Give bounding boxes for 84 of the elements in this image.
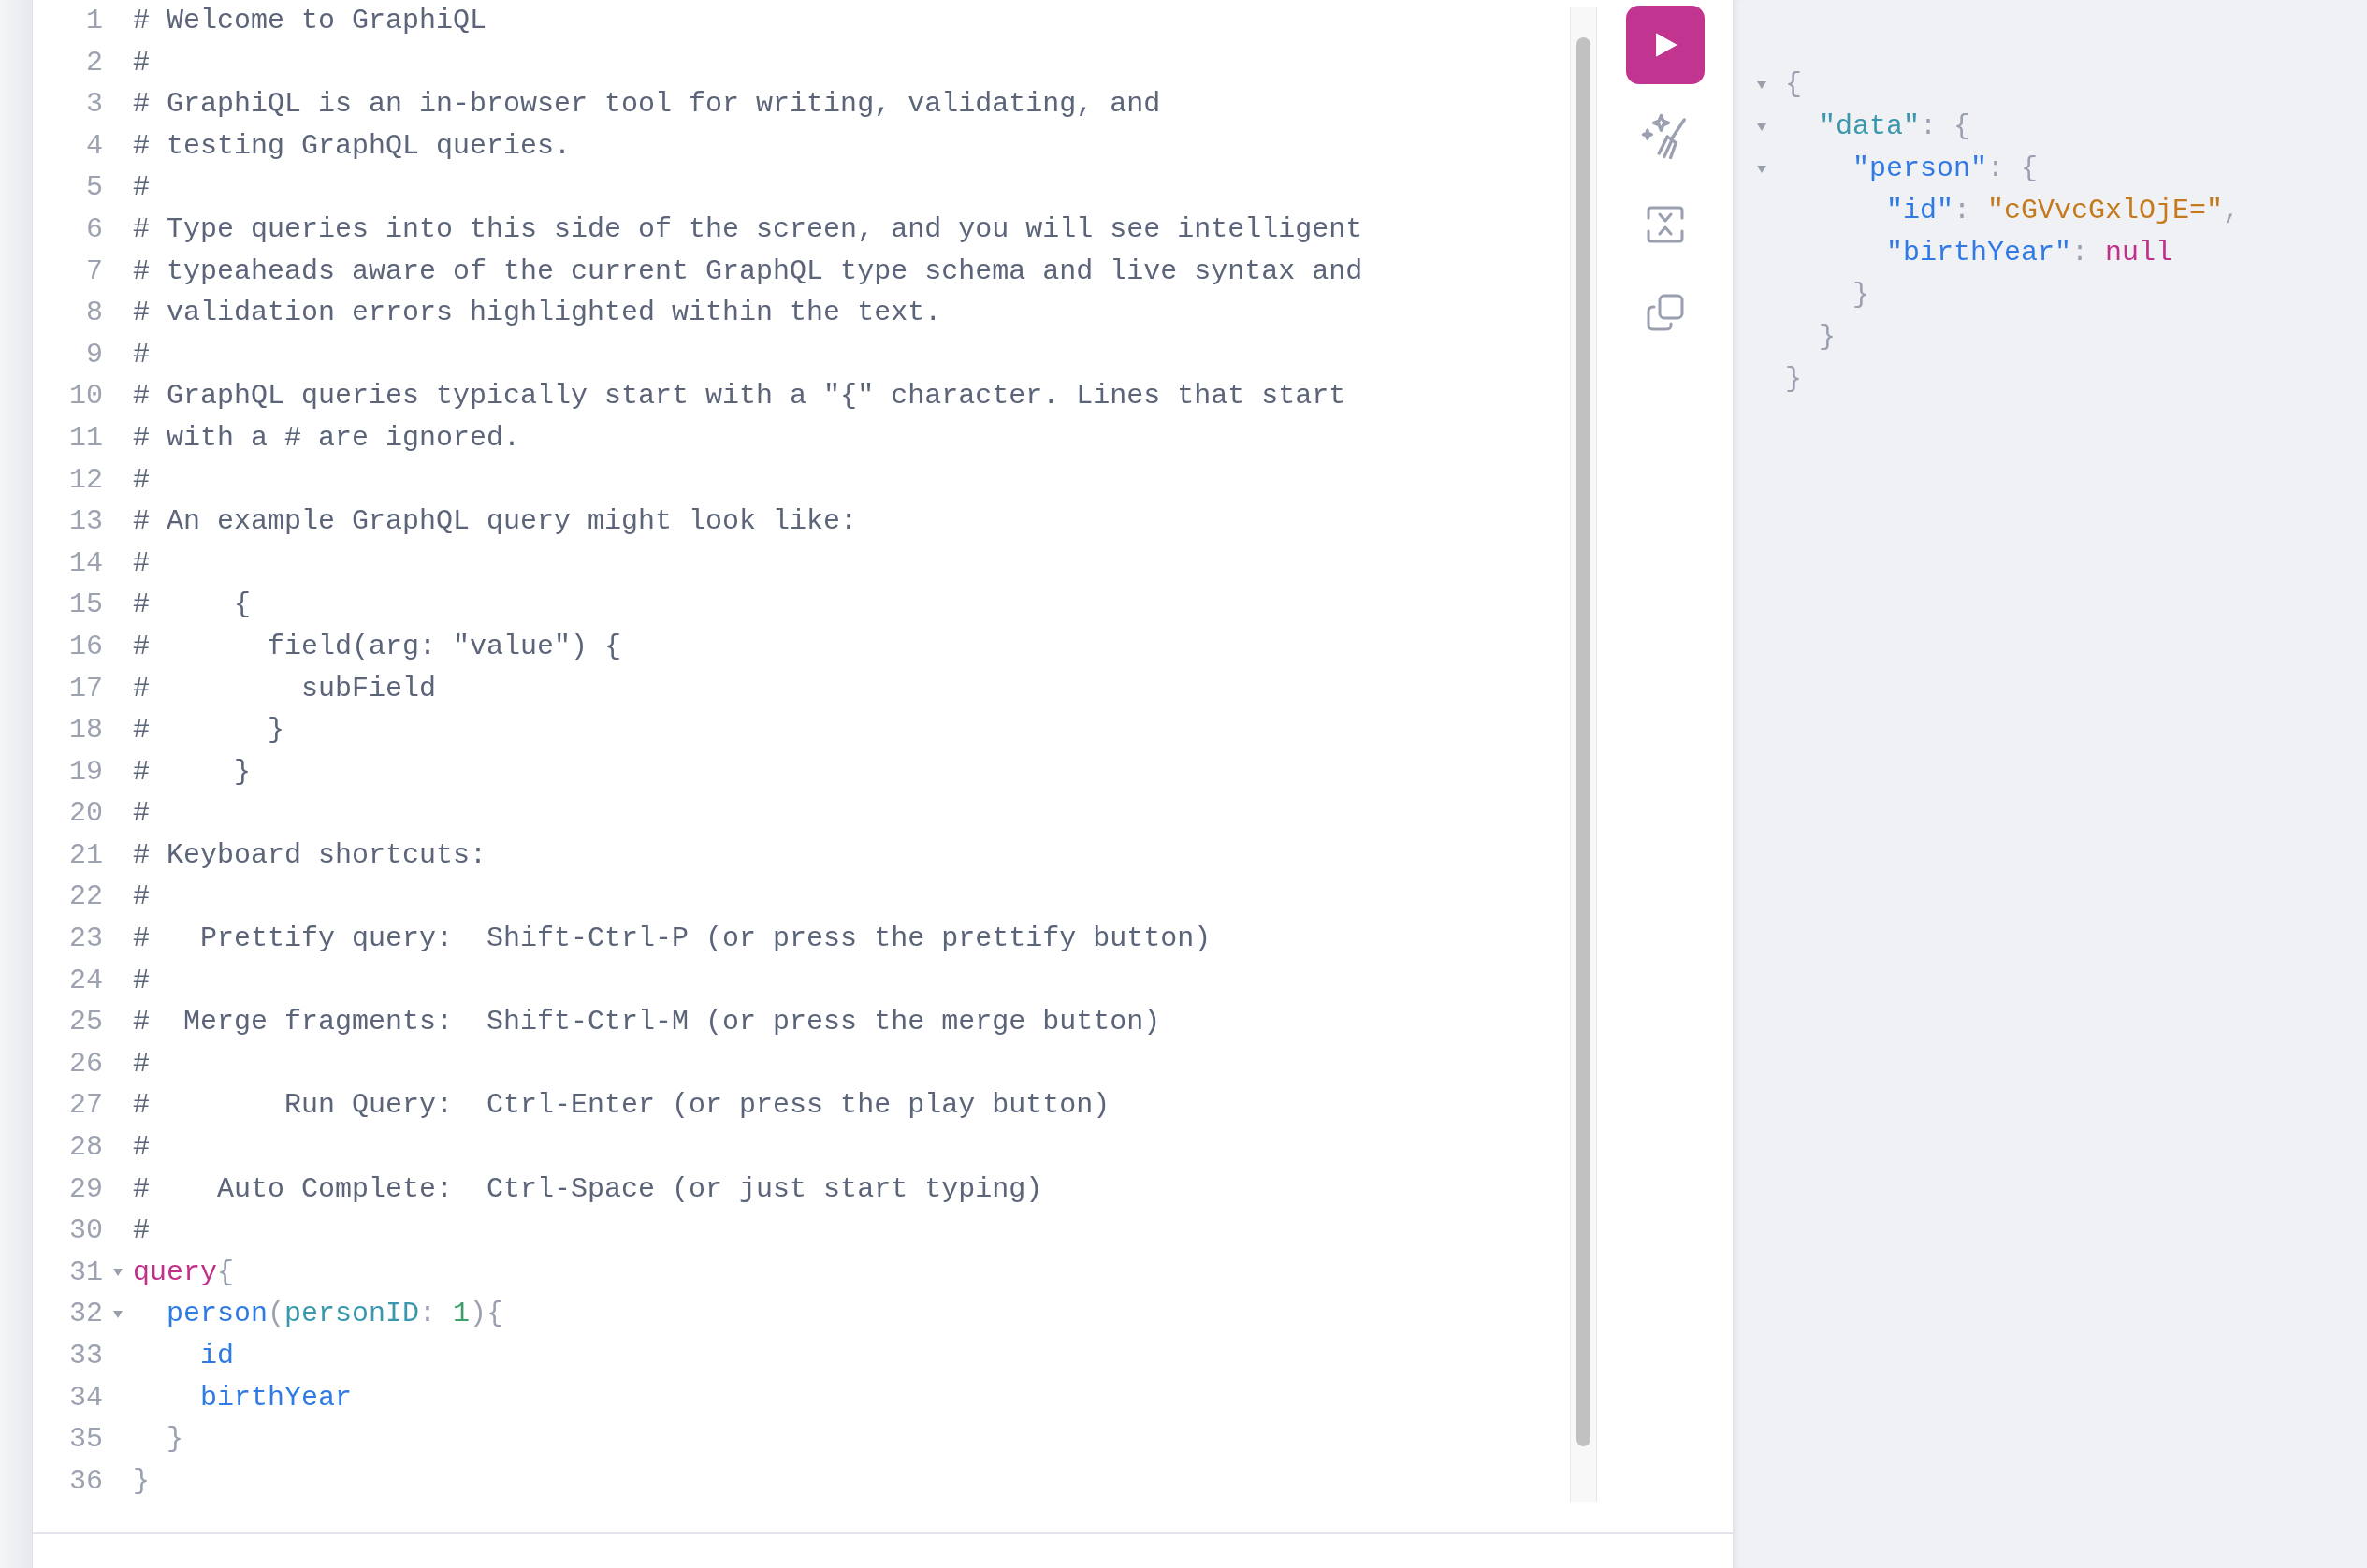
code-line: # }: [133, 754, 252, 790]
line-number: 11: [68, 420, 103, 456]
code-line: birthYear: [199, 1380, 353, 1416]
line-number: 10: [68, 379, 103, 414]
code-line: # testing GraphQL queries.: [133, 128, 572, 164]
code-line: # GraphiQL is an in-browser tool for writing, validating, and: [133, 87, 1161, 123]
line-number: 34: [68, 1380, 103, 1416]
code-line: # subField: [133, 671, 437, 706]
code-line: "id": "cGVvcGxlOjE=",: [1885, 194, 2241, 228]
line-number: 14: [68, 545, 103, 581]
line-number: 8: [85, 296, 103, 331]
code-line: "data": {: [1818, 109, 1971, 144]
code-line: # Merge fragments: Shift-Ctrl-M (or press the merge button): [133, 1005, 1161, 1040]
line-number: 7: [85, 254, 103, 289]
line-number: 26: [68, 1046, 103, 1082]
line-number: 30: [68, 1213, 103, 1249]
code-line: # {: [133, 588, 252, 623]
code-line: #: [133, 45, 150, 80]
code-line: }: [166, 1422, 183, 1458]
code-line: #: [133, 796, 150, 832]
line-number: 12: [68, 462, 103, 498]
code-line: #: [133, 963, 150, 998]
line-number: 17: [68, 671, 103, 706]
code-line: #: [133, 545, 150, 581]
code-line: # typeaheads aware of the current GraphQL type schema and live syntax and: [133, 254, 1363, 289]
line-number: 28: [68, 1130, 103, 1166]
line-number: 32: [68, 1297, 103, 1332]
line-number: 36: [68, 1463, 103, 1499]
code-line: # Type queries into this side of the screen, and you will see intelligent: [133, 211, 1363, 247]
code-line: # Auto Complete: Ctrl-Space (or just start typing): [133, 1171, 1043, 1207]
code-line: #: [133, 462, 150, 498]
line-number: 18: [68, 713, 103, 748]
line-number: 29: [68, 1171, 103, 1207]
line-number: 13: [68, 504, 103, 540]
code-line: # An example GraphQL query might look like:: [133, 504, 858, 540]
line-number: 15: [68, 588, 103, 623]
line-number: 20: [68, 796, 103, 832]
code-line: # GraphQL queries typically start with a "{" character. Lines that start: [133, 379, 1346, 414]
line-number: 31: [68, 1255, 103, 1290]
code-line: #: [133, 1046, 150, 1082]
merge-icon: [1645, 205, 1685, 244]
line-number: 16: [68, 629, 103, 664]
copy-icon: [1645, 293, 1685, 332]
code-line: # }: [133, 713, 285, 748]
line-number: 24: [68, 963, 103, 998]
line-number: 35: [68, 1422, 103, 1458]
line-number: 2: [85, 45, 103, 80]
line-number: 25: [68, 1005, 103, 1040]
code-line: #: [133, 170, 150, 206]
line-number: 33: [68, 1339, 103, 1373]
code-line: #: [133, 879, 150, 915]
code-line: # Prettify query: Shift-Ctrl-P (or press the prettify button): [133, 922, 1212, 957]
code-line: #: [133, 1213, 150, 1249]
line-number: 4: [85, 128, 103, 164]
code-line: # Welcome to GraphiQL: [133, 4, 487, 38]
code-line: "birthYear": null: [1885, 236, 2173, 270]
line-number: 19: [68, 754, 103, 790]
line-number: 21: [68, 837, 103, 873]
line-number: 27: [68, 1088, 103, 1124]
code-line: # Keyboard shortcuts:: [133, 837, 487, 873]
code-line: {: [1785, 67, 1802, 102]
line-number: 9: [85, 337, 103, 372]
code-line: # field(arg: "value") {: [133, 629, 622, 664]
code-line: # Run Query: Ctrl-Enter (or press the play button): [133, 1088, 1111, 1124]
code-line: }: [1818, 320, 1836, 355]
run-button[interactable]: [1625, 6, 1705, 84]
code-line: # with a # are ignored.: [133, 420, 521, 456]
line-number: 22: [68, 879, 103, 915]
code-line: person(personID: 1){: [166, 1297, 504, 1332]
line-number: 23: [68, 922, 103, 957]
line-number: 5: [85, 170, 103, 206]
line-number: 3: [85, 87, 103, 123]
scrollbar[interactable]: [1570, 7, 1597, 1502]
code-line: }: [133, 1463, 150, 1499]
line-number: 6: [85, 211, 103, 247]
code-line: # validation errors highlighted within the text.: [133, 296, 942, 331]
code-line: }: [1851, 278, 1869, 312]
code-line: "person": {: [1851, 152, 2039, 186]
code-line: query{: [133, 1255, 235, 1290]
code-line: id: [199, 1339, 235, 1373]
code-line: }: [1785, 362, 1802, 397]
code-line: #: [133, 337, 150, 372]
code-line: #: [133, 1130, 150, 1166]
line-number: 1: [85, 4, 103, 38]
